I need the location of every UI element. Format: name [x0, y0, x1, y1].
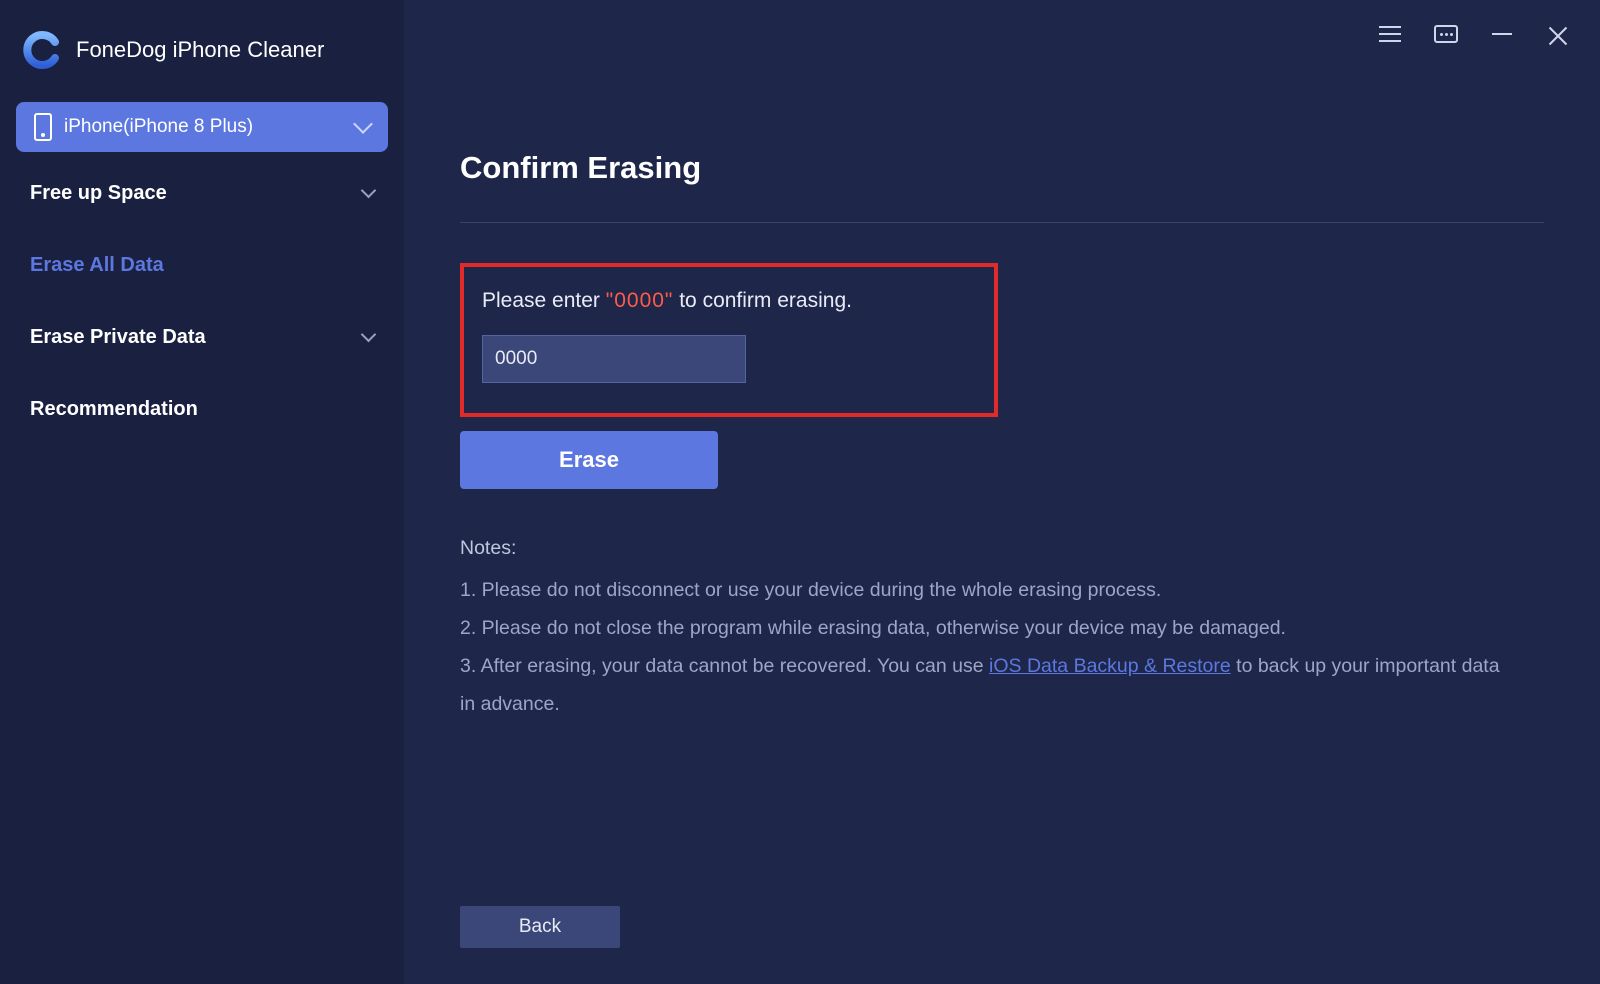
sidebar-item-label: Free up Space [30, 182, 167, 205]
sidebar-item-erase-private-data[interactable]: Erase Private Data [16, 306, 388, 368]
window-controls [1376, 20, 1572, 48]
backup-restore-link[interactable]: iOS Data Backup & Restore [989, 655, 1231, 677]
device-label: iPhone(iPhone 8 Plus) [64, 116, 253, 138]
app-brand: FoneDog iPhone Cleaner [16, 20, 388, 92]
divider [460, 222, 1544, 223]
note-line-3: 3. After erasing, your data cannot be re… [460, 647, 1510, 723]
sidebar-item-free-up-space[interactable]: Free up Space [16, 162, 388, 224]
minimize-button[interactable] [1488, 20, 1516, 48]
sidebar: FoneDog iPhone Cleaner iPhone(iPhone 8 P… [0, 0, 404, 984]
sidebar-item-recommendation[interactable]: Recommendation [16, 378, 388, 440]
chevron-down-icon [353, 114, 373, 134]
back-button[interactable]: Back [460, 906, 620, 948]
sidebar-item-label: Erase Private Data [30, 326, 206, 349]
note-line-2: 2. Please do not close the program while… [460, 609, 1510, 647]
erase-button[interactable]: Erase [460, 431, 718, 489]
confirm-prompt: Please enter "0000" to confirm erasing. [482, 289, 976, 313]
sidebar-item-erase-all-data[interactable]: Erase All Data [16, 234, 388, 296]
minimize-icon [1492, 33, 1512, 35]
chevron-down-icon [361, 182, 377, 198]
sidebar-item-label: Erase All Data [30, 254, 164, 277]
chat-icon [1434, 25, 1458, 43]
confirm-code-input[interactable] [482, 335, 746, 383]
sidebar-item-label: Recommendation [30, 398, 198, 421]
close-icon [1548, 24, 1568, 44]
feedback-button[interactable] [1432, 20, 1460, 48]
note-line-1: 1. Please do not disconnect or use your … [460, 571, 1510, 609]
app-logo-icon [22, 30, 62, 70]
device-selector[interactable]: iPhone(iPhone 8 Plus) [16, 102, 388, 152]
hamburger-icon [1379, 26, 1401, 42]
confirm-highlight-box: Please enter "0000" to confirm erasing. [460, 263, 998, 417]
close-button[interactable] [1544, 20, 1572, 48]
notes-section: Notes: 1. Please do not disconnect or us… [460, 529, 1510, 723]
app-title: FoneDog iPhone Cleaner [76, 37, 324, 63]
main-panel: Confirm Erasing Please enter "0000" to c… [404, 0, 1600, 984]
phone-icon [34, 113, 52, 141]
chevron-down-icon [361, 326, 377, 342]
notes-heading: Notes: [460, 529, 1510, 567]
menu-button[interactable] [1376, 20, 1404, 48]
